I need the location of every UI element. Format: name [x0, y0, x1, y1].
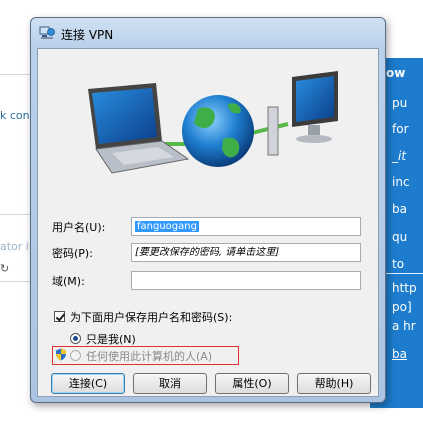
sidebar-text: _it	[392, 149, 407, 163]
only-me-radio[interactable]	[70, 333, 81, 344]
username-input[interactable]: fanguogang	[131, 217, 361, 236]
network-icon	[39, 26, 55, 39]
domain-input[interactable]	[131, 271, 361, 290]
divider	[0, 74, 30, 75]
vpn-dialog: 连接 VPN 用户名(U): fanguogang 密码(P): [要更改保存的…	[30, 17, 386, 403]
connect-button[interactable]: 连接(C)	[51, 373, 125, 394]
sidebar-text: po]	[392, 300, 412, 314]
anyone-radio[interactable]	[70, 350, 81, 361]
sidebar-text: ow	[386, 66, 406, 80]
sidebar-text: inc	[392, 175, 410, 189]
password-label: 密码(P):	[52, 247, 93, 260]
anyone-label: 任何使用此计算机的人(A)	[86, 350, 213, 363]
save-credentials-label: 为下面用户保存用户名和密码(S):	[70, 311, 233, 324]
globe-icon	[182, 95, 254, 167]
sidebar-text: pu	[392, 96, 408, 110]
sidebar-text: qu	[392, 230, 408, 244]
background-text: ↻	[0, 262, 10, 275]
vpn-illustration	[88, 71, 338, 174]
dialog-body: 用户名(U): fanguogang 密码(P): [要更改保存的密码, 请单击…	[37, 48, 379, 397]
password-hint: [要更改保存的密码, 请单击这里]	[135, 247, 280, 258]
dialog-title: 连接 VPN	[61, 28, 114, 42]
only-me-label: 只是我(N)	[86, 333, 136, 346]
desktop-computer-icon	[267, 71, 338, 156]
background-text: k con	[0, 109, 30, 122]
cancel-button[interactable]: 取消	[133, 373, 207, 394]
sidebar-link[interactable]: ba	[392, 347, 407, 361]
sidebar-text: for	[392, 122, 409, 136]
domain-label: 域(M):	[52, 275, 85, 288]
shield-icon	[56, 348, 66, 361]
password-input[interactable]: [要更改保存的密码, 请单击这里]	[131, 243, 361, 262]
divider	[0, 281, 30, 282]
save-credentials-checkbox[interactable]	[54, 311, 65, 322]
sidebar-text: to	[392, 257, 405, 271]
username-value: fanguogang	[135, 221, 199, 232]
help-button[interactable]: 帮助(H)	[297, 373, 371, 394]
laptop-icon	[88, 83, 190, 174]
sidebar-text: a hr	[392, 319, 416, 333]
divider	[0, 214, 30, 215]
properties-button[interactable]: 属性(O)	[215, 373, 289, 394]
title-bar[interactable]: 连接 VPN	[31, 18, 385, 48]
sidebar-text: http	[392, 281, 417, 295]
sidebar-text: ba	[392, 202, 407, 216]
username-label: 用户名(U):	[52, 221, 106, 234]
